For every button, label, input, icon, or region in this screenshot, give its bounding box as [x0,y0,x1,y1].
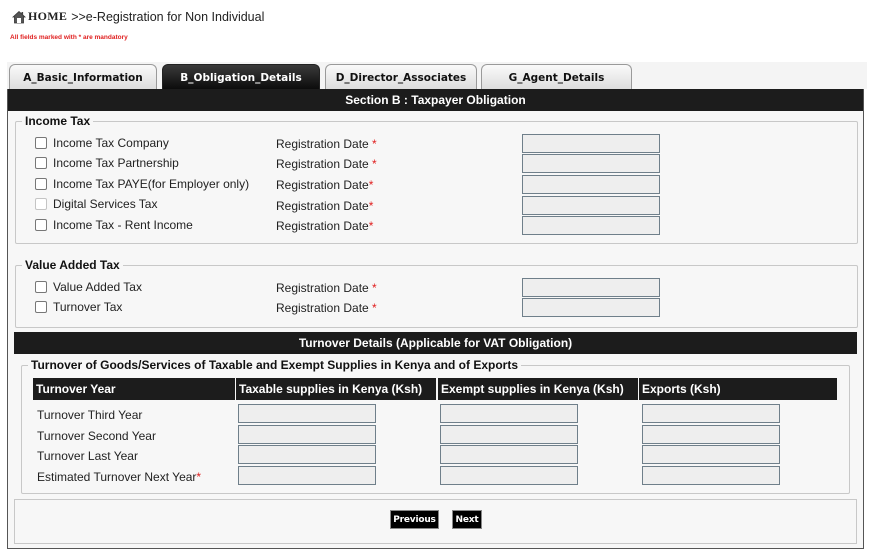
digital-services-tax-label: Digital Services Tax [53,197,158,211]
value-added-tax-date-input[interactable] [522,278,660,297]
next-year-taxable-input[interactable] [238,466,376,485]
home-icon[interactable] [12,10,26,24]
registration-date-text: Registration Date [276,157,373,171]
digital-services-tax-row: Digital Services Tax [35,194,157,214]
required-star: * [368,199,374,213]
registration-date-label: Registration Date * [276,301,377,315]
third-year-exports-input[interactable] [642,404,780,423]
home-link[interactable]: HOME [28,9,67,24]
registration-date-text: Registration Date [276,178,369,192]
income-tax-paye-label: Income Tax PAYE(for Employer only) [53,177,250,191]
income-tax-company-label: Income Tax Company [53,136,169,150]
required-star: * [368,178,374,192]
income-tax-company-row: Income Tax Company [35,133,169,153]
income-tax-company-checkbox[interactable] [35,137,47,149]
next-year-exempt-input[interactable] [440,466,578,485]
required-star: * [372,157,377,171]
value-added-tax-label: Value Added Tax [53,280,142,294]
breadcrumb: HOME >>e-Registration for Non Individual [12,9,264,24]
registration-date-label: Registration Date* [276,199,373,213]
rent-income-checkbox[interactable] [35,219,47,231]
tab-obligation-details[interactable]: B_Obligation_Details [162,64,320,90]
income-tax-paye-row: Income Tax PAYE(for Employer only) [35,174,249,194]
turnover-tax-label: Turnover Tax [53,300,123,314]
column-header-turnover-year: Turnover Year [33,378,235,400]
required-star: * [368,219,374,233]
obligation-panel: Section B : Taxpayer Obligation Income T… [7,89,864,549]
estimated-next-year-label: Estimated Turnover Next Year* [37,470,201,484]
registration-date-label: Registration Date * [276,157,377,171]
column-header-exports: Exports (Ksh) [639,378,837,400]
tab-director-associates[interactable]: D_Director_Associates [325,64,477,90]
turnover-third-year-label: Turnover Third Year [37,408,143,422]
estimated-next-year-text: Estimated Turnover Next Year [37,470,197,484]
required-star: * [372,137,377,151]
value-added-tax-checkbox[interactable] [35,281,47,293]
rent-income-label: Income Tax - Rent Income [53,218,193,232]
second-year-exempt-input[interactable] [440,425,578,444]
registration-date-label: Registration Date * [276,281,377,295]
tab-basic-information[interactable]: A_Basic_Information [9,64,157,90]
required-star: * [372,301,377,315]
digital-services-tax-checkbox[interactable] [35,198,47,210]
last-year-exempt-input[interactable] [440,445,578,464]
required-star: * [196,470,202,484]
registration-date-text: Registration Date [276,137,373,151]
income-tax-legend: Income Tax [25,114,91,128]
breadcrumb-path: >>e-Registration for Non Individual [71,9,265,24]
digital-services-tax-date-input[interactable] [522,196,660,215]
tab-bar: A_Basic_Information B_Obligation_Details… [7,62,867,90]
income-tax-paye-date-input[interactable] [522,175,660,194]
income-tax-partnership-label: Income Tax Partnership [53,156,179,170]
rent-income-row: Income Tax - Rent Income [35,215,193,235]
third-year-taxable-input[interactable] [238,404,376,423]
turnover-second-year-label: Turnover Second Year [37,429,156,443]
turnover-tax-checkbox[interactable] [35,301,47,313]
turnover-details-header: Turnover Details (Applicable for VAT Obl… [14,332,857,354]
registration-date-text: Registration Date [276,219,369,233]
mandatory-notice: All fields marked with * are mandatory [10,34,128,41]
next-year-exports-input[interactable] [642,466,780,485]
third-year-exempt-input[interactable] [440,404,578,423]
registration-date-label: Registration Date* [276,219,373,233]
second-year-taxable-input[interactable] [238,425,376,444]
registration-date-text: Registration Date [276,301,373,315]
column-header-taxable-supplies: Taxable supplies in Kenya (Ksh) [236,378,436,400]
income-tax-paye-checkbox[interactable] [35,178,47,190]
income-tax-partnership-checkbox[interactable] [35,157,47,169]
last-year-exports-input[interactable] [642,445,780,464]
turnover-last-year-label: Turnover Last Year [37,449,138,463]
income-tax-partnership-date-input[interactable] [522,154,660,173]
registration-date-text: Registration Date [276,199,369,213]
income-tax-company-date-input[interactable] [522,134,660,153]
vat-legend: Value Added Tax [25,258,120,272]
required-star: * [372,281,377,295]
second-year-exports-input[interactable] [642,425,780,444]
turnover-legend: Turnover of Goods/Services of Taxable an… [31,358,518,372]
value-added-tax-row: Value Added Tax [35,277,142,297]
previous-button[interactable]: Previous [390,510,439,529]
next-button[interactable]: Next [452,510,482,529]
registration-date-text: Registration Date [276,281,373,295]
tab-agent-details[interactable]: G_Agent_Details [481,64,632,90]
rent-income-date-input[interactable] [522,216,660,235]
registration-date-label: Registration Date * [276,137,377,151]
turnover-tax-row: Turnover Tax [35,297,122,317]
income-tax-partnership-row: Income Tax Partnership [35,153,179,173]
section-title: Section B : Taxpayer Obligation [8,89,863,111]
registration-date-label: Registration Date* [276,178,373,192]
turnover-tax-date-input[interactable] [522,298,660,317]
last-year-taxable-input[interactable] [238,445,376,464]
column-header-exempt-supplies: Exempt supplies in Kenya (Ksh) [438,378,638,400]
